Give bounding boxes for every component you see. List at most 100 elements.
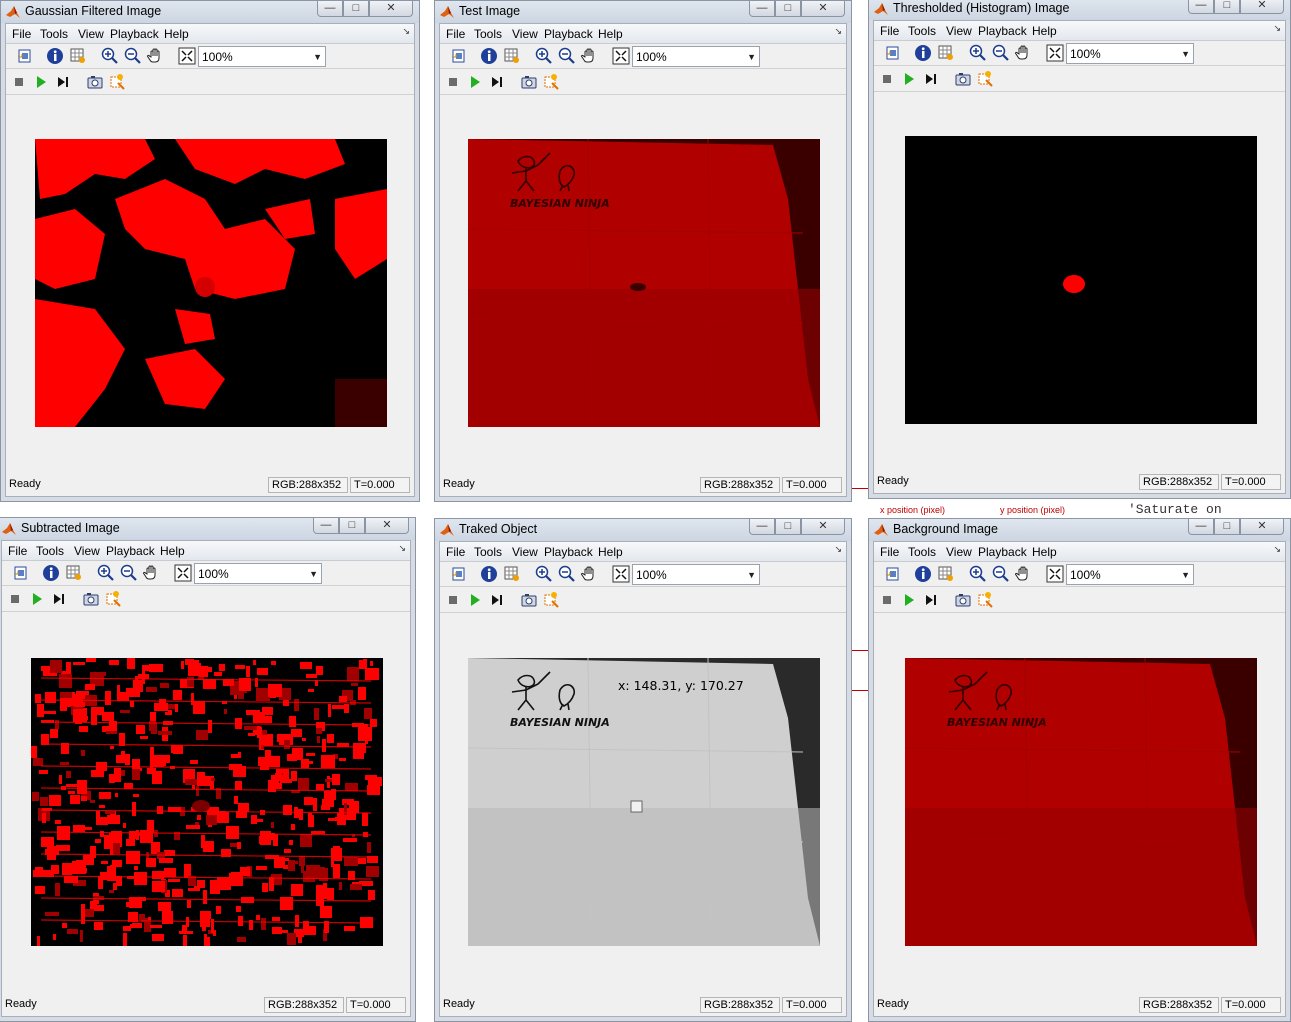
- close-button[interactable]: ✕: [1240, 0, 1284, 14]
- fit-to-window-icon[interactable]: [1046, 44, 1064, 62]
- stop-icon[interactable]: [10, 73, 28, 91]
- play-icon[interactable]: [28, 590, 46, 608]
- open-icon[interactable]: [884, 44, 902, 62]
- fit-to-window-icon[interactable]: [178, 47, 196, 65]
- highlight-viewer-icon[interactable]: [542, 591, 560, 609]
- title-bar[interactable]: Background Image — □ ✕: [869, 519, 1290, 541]
- title-bar[interactable]: Thresholded (Histogram) Image — □ ✕: [869, 0, 1290, 20]
- chevron-down-icon[interactable]: ▼: [313, 52, 322, 62]
- menu-tools[interactable]: Tools: [36, 544, 64, 558]
- menu-playback[interactable]: Playback: [544, 545, 593, 559]
- highlight-viewer-icon[interactable]: [542, 73, 560, 91]
- snapshot-icon[interactable]: [954, 70, 972, 88]
- chevron-down-icon[interactable]: ▼: [747, 570, 756, 580]
- pixel-region-icon[interactable]: [937, 44, 955, 62]
- menu-tools[interactable]: Tools: [908, 24, 936, 38]
- pan-icon[interactable]: [143, 564, 161, 582]
- maximize-button[interactable]: □: [775, 519, 801, 535]
- menu-dock-arrow-icon[interactable]: ↘: [1273, 23, 1281, 34]
- play-icon[interactable]: [32, 73, 50, 91]
- step-forward-icon[interactable]: [488, 591, 506, 609]
- zoom-select[interactable]: 100% ▼: [632, 564, 760, 585]
- zoom-select[interactable]: 100% ▼: [632, 46, 760, 67]
- highlight-viewer-icon[interactable]: [104, 590, 122, 608]
- pixel-region-icon[interactable]: [503, 47, 521, 65]
- info-icon[interactable]: [480, 565, 498, 583]
- menu-dock-arrow-icon[interactable]: ↘: [1273, 544, 1281, 555]
- menu-help[interactable]: Help: [1032, 24, 1057, 38]
- menu-view[interactable]: View: [78, 27, 104, 41]
- menu-file[interactable]: File: [446, 545, 465, 559]
- highlight-viewer-icon[interactable]: [976, 70, 994, 88]
- menu-file[interactable]: File: [12, 27, 31, 41]
- menu-dock-arrow-icon[interactable]: ↘: [834, 544, 842, 555]
- info-icon[interactable]: [480, 47, 498, 65]
- maximize-button[interactable]: □: [1214, 0, 1240, 14]
- menu-view[interactable]: View: [946, 24, 972, 38]
- chevron-down-icon[interactable]: ▼: [309, 569, 318, 579]
- fit-to-window-icon[interactable]: [174, 564, 192, 582]
- open-icon[interactable]: [884, 565, 902, 583]
- close-button[interactable]: ✕: [1240, 519, 1284, 535]
- minimize-button[interactable]: —: [317, 1, 343, 17]
- minimize-button[interactable]: —: [749, 519, 775, 535]
- step-forward-icon[interactable]: [50, 590, 68, 608]
- menu-tools[interactable]: Tools: [474, 545, 502, 559]
- open-icon[interactable]: [450, 565, 468, 583]
- play-icon[interactable]: [466, 591, 484, 609]
- minimize-button[interactable]: —: [313, 518, 339, 534]
- menu-playback[interactable]: Playback: [110, 27, 159, 41]
- snapshot-icon[interactable]: [954, 591, 972, 609]
- maximize-button[interactable]: □: [1214, 519, 1240, 535]
- snapshot-icon[interactable]: [82, 590, 100, 608]
- open-icon[interactable]: [16, 47, 34, 65]
- menu-help[interactable]: Help: [598, 545, 623, 559]
- open-icon[interactable]: [12, 564, 30, 582]
- info-icon[interactable]: [46, 47, 64, 65]
- step-forward-icon[interactable]: [922, 591, 940, 609]
- info-icon[interactable]: [42, 564, 60, 582]
- menu-tools[interactable]: Tools: [908, 545, 936, 559]
- menu-tools[interactable]: Tools: [474, 27, 502, 41]
- menu-playback[interactable]: Playback: [544, 27, 593, 41]
- zoom-out-icon[interactable]: [124, 47, 142, 65]
- pan-icon[interactable]: [581, 47, 599, 65]
- maximize-button[interactable]: □: [343, 1, 369, 17]
- stop-icon[interactable]: [444, 591, 462, 609]
- snapshot-icon[interactable]: [520, 591, 538, 609]
- menu-view[interactable]: View: [512, 545, 538, 559]
- maximize-button[interactable]: □: [339, 518, 365, 534]
- stop-icon[interactable]: [878, 70, 896, 88]
- zoom-in-icon[interactable]: [101, 47, 119, 65]
- zoom-select[interactable]: 100% ▼: [194, 563, 322, 584]
- menu-help[interactable]: Help: [164, 27, 189, 41]
- close-button[interactable]: ✕: [801, 519, 845, 535]
- title-bar[interactable]: Subtracted Image — □ ✕: [0, 518, 415, 540]
- step-forward-icon[interactable]: [922, 70, 940, 88]
- close-button[interactable]: ✕: [369, 1, 413, 17]
- zoom-in-icon[interactable]: [969, 44, 987, 62]
- open-icon[interactable]: [450, 47, 468, 65]
- stop-icon[interactable]: [878, 591, 896, 609]
- zoom-out-icon[interactable]: [992, 44, 1010, 62]
- highlight-viewer-icon[interactable]: [976, 591, 994, 609]
- menu-help[interactable]: Help: [1032, 545, 1057, 559]
- play-icon[interactable]: [900, 70, 918, 88]
- menu-help[interactable]: Help: [598, 27, 623, 41]
- minimize-button[interactable]: —: [749, 1, 775, 17]
- close-button[interactable]: ✕: [801, 1, 845, 17]
- menu-playback[interactable]: Playback: [978, 24, 1027, 38]
- menu-dock-arrow-icon[interactable]: ↘: [834, 26, 842, 37]
- menu-playback[interactable]: Playback: [978, 545, 1027, 559]
- menu-file[interactable]: File: [880, 545, 899, 559]
- snapshot-icon[interactable]: [86, 73, 104, 91]
- snapshot-icon[interactable]: [520, 73, 538, 91]
- fit-to-window-icon[interactable]: [612, 565, 630, 583]
- zoom-in-icon[interactable]: [535, 47, 553, 65]
- title-bar[interactable]: Traked Object — □ ✕: [435, 519, 851, 541]
- menu-view[interactable]: View: [946, 545, 972, 559]
- pan-icon[interactable]: [147, 47, 165, 65]
- zoom-out-icon[interactable]: [992, 565, 1010, 583]
- title-bar[interactable]: Test Image — □ ✕: [435, 1, 851, 23]
- menu-file[interactable]: File: [446, 27, 465, 41]
